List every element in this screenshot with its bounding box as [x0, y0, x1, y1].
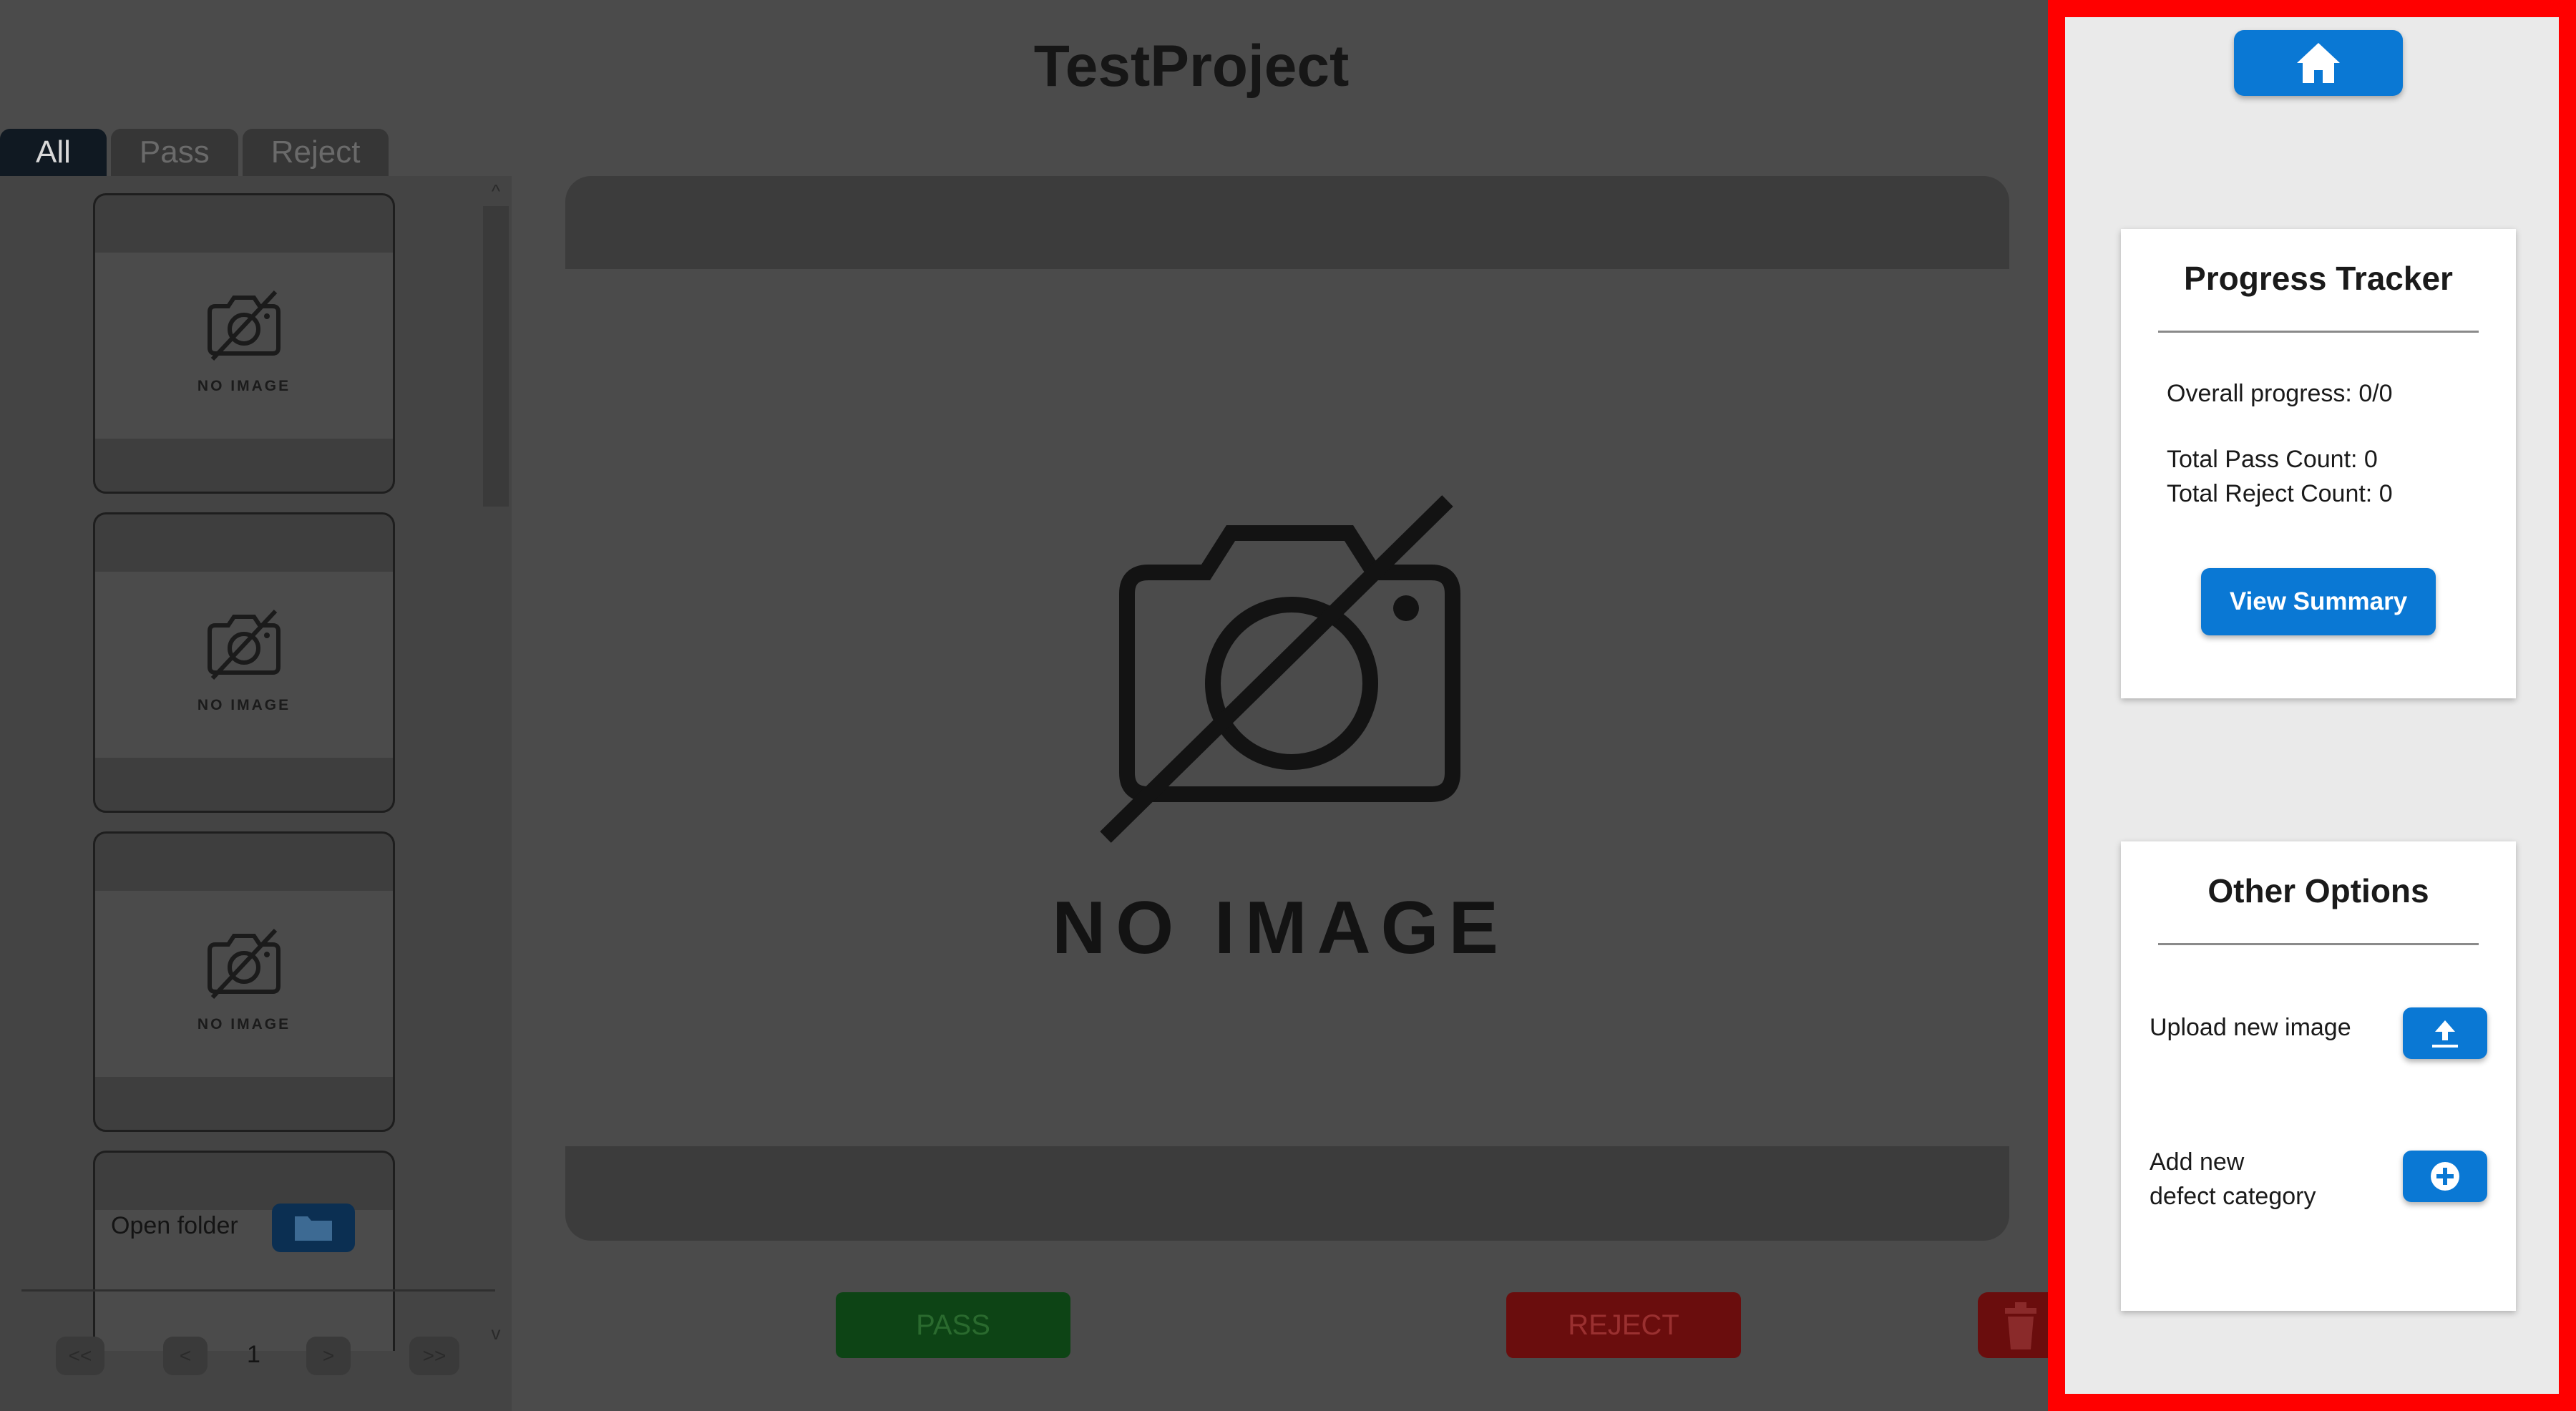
scroll-up-arrow[interactable]: ^: [483, 180, 509, 202]
divider: [21, 1289, 495, 1292]
divider: [2158, 331, 2479, 333]
open-folder-label: Open folder: [111, 1212, 238, 1239]
other-options-card: Other Options Upload new image Add new d…: [2121, 841, 2516, 1311]
pass-button[interactable]: PASS: [836, 1292, 1070, 1358]
total-pass-count: Total Pass Count: 0: [2167, 446, 2378, 473]
other-options-title: Other Options: [2207, 872, 2429, 909]
scrollbar-thumb[interactable]: [483, 206, 509, 507]
tab-pass[interactable]: Pass: [110, 129, 238, 176]
next-page-button[interactable]: >: [306, 1337, 351, 1375]
open-folder-row: Open folder: [0, 1175, 512, 1282]
folder-icon: [295, 1216, 332, 1241]
no-image-label: NO IMAGE: [197, 378, 291, 394]
divider: [2158, 943, 2479, 945]
tab-all[interactable]: All: [0, 129, 107, 176]
no-image-camera-icon: [208, 290, 280, 361]
title-bar: TestProject: [0, 0, 2054, 129]
thumbnail-image: NO IMAGE: [95, 253, 393, 439]
add-category-label-line2: defect category: [2150, 1183, 2316, 1210]
last-page-button[interactable]: >>: [409, 1337, 459, 1375]
add-circle-icon: [2431, 1162, 2459, 1191]
open-folder-button[interactable]: [272, 1204, 355, 1252]
thumbnail-panel: NO IMAGE NO IMAGE NO IMAGE ^ v Open fold…: [0, 176, 512, 1411]
no-image-label: NO IMAGE: [1052, 887, 1508, 970]
add-category-button[interactable]: [2403, 1151, 2487, 1202]
thumbnail-image: NO IMAGE: [95, 572, 393, 758]
reject-button[interactable]: REJECT: [1506, 1292, 1741, 1358]
thumbnail-image: NO IMAGE: [95, 891, 393, 1077]
main-area: TestProject All Pass Reject NO IMAGE NO …: [0, 0, 2064, 1411]
prev-page-button[interactable]: <: [163, 1337, 208, 1375]
thumbnail-card[interactable]: NO IMAGE: [93, 512, 395, 813]
no-image-camera-icon: [208, 928, 280, 1000]
upload-image-label: Upload new image: [2150, 1014, 2351, 1041]
no-image-label: NO IMAGE: [197, 1016, 291, 1032]
page-title: TestProject: [1033, 34, 1350, 99]
home-button[interactable]: [2234, 30, 2403, 96]
no-image-camera-icon: [208, 609, 280, 680]
overall-progress-text: Overall progress: 0/0: [2167, 380, 2393, 407]
total-reject-count: Total Reject Count: 0: [2167, 480, 2393, 507]
no-image-label: NO IMAGE: [197, 697, 291, 713]
first-page-button[interactable]: <<: [56, 1337, 104, 1375]
thumbnail-card[interactable]: NO IMAGE: [93, 831, 395, 1132]
progress-tracker-title: Progress Tracker: [2184, 260, 2453, 297]
no-image-camera-icon: [1100, 495, 1460, 843]
home-icon: [2297, 43, 2340, 83]
filter-tabs: All Pass Reject: [0, 129, 393, 176]
add-category-label-line1: Add new: [2150, 1148, 2245, 1176]
thumbnail-card[interactable]: NO IMAGE: [93, 193, 395, 494]
pagination: << < 1 > >>: [0, 1331, 512, 1381]
upload-icon: [2432, 1020, 2458, 1048]
tab-reject[interactable]: Reject: [242, 129, 389, 176]
current-page-number: 1: [247, 1341, 260, 1368]
view-summary-button[interactable]: View Summary: [2201, 568, 2436, 635]
upload-image-button[interactable]: [2403, 1007, 2487, 1059]
